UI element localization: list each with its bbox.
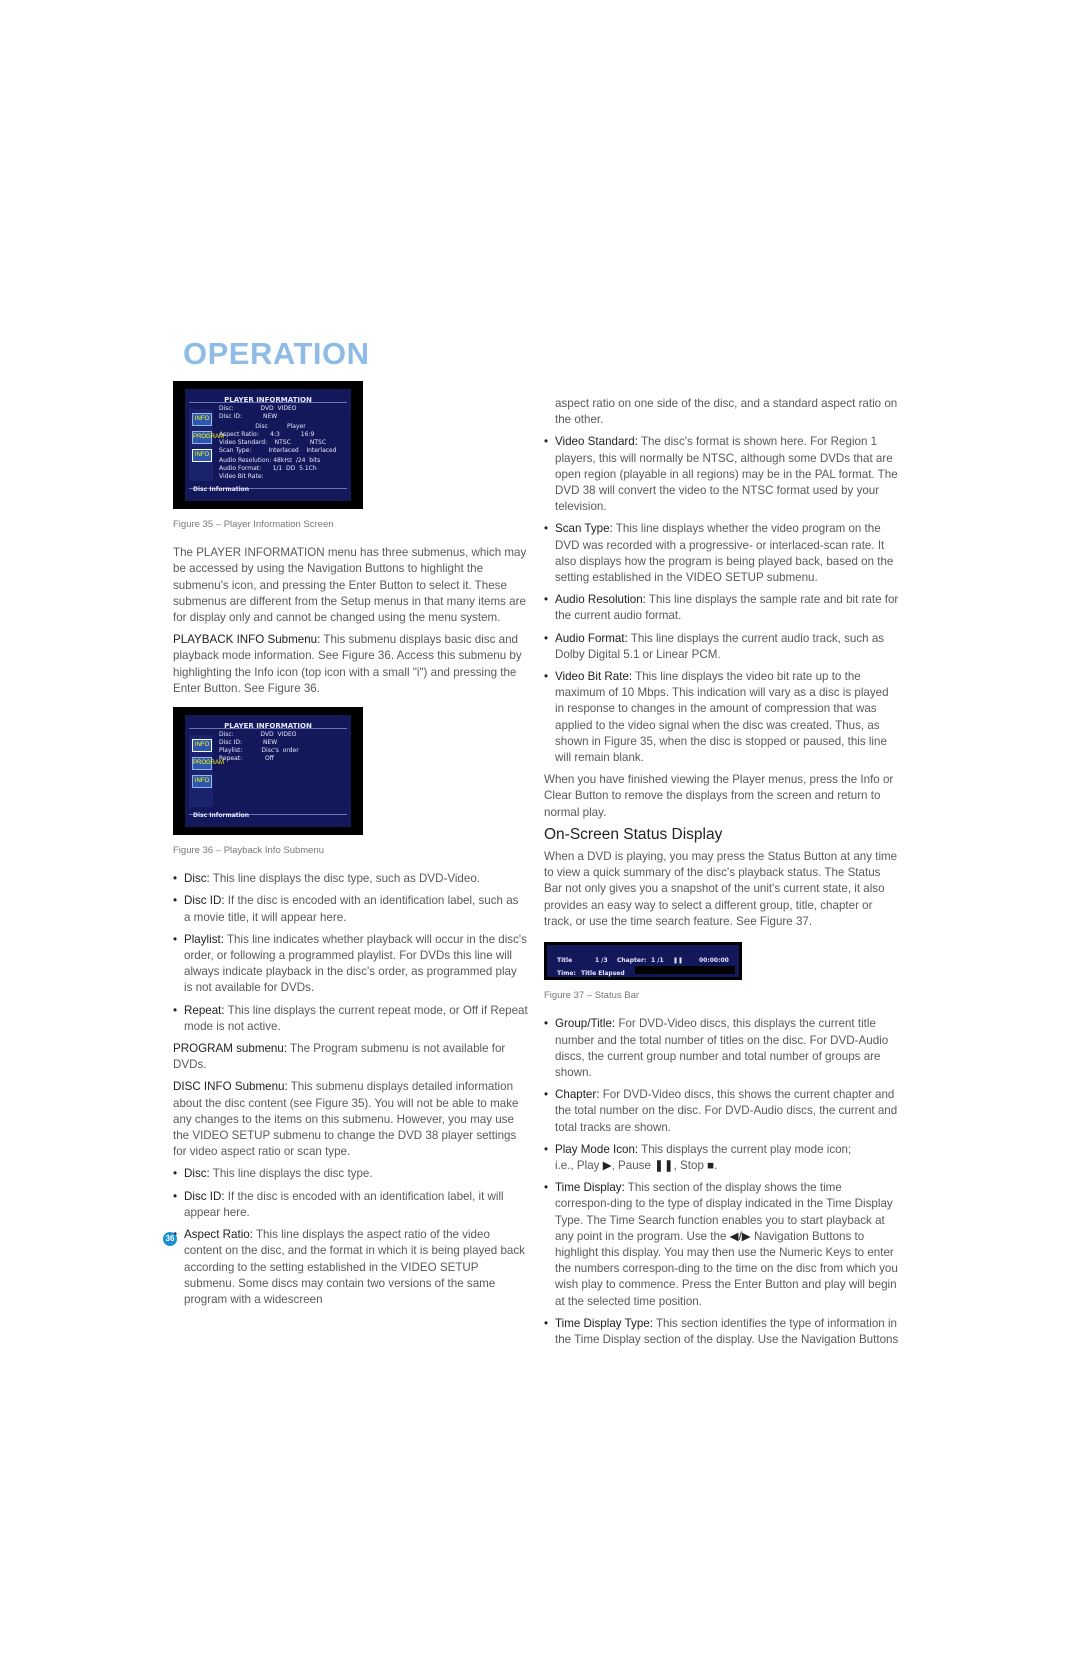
bullet-disc-id: Disc ID: If the disc is encoded with an … bbox=[173, 893, 528, 925]
page-number-badge: 36 bbox=[163, 1232, 177, 1246]
finish-paragraph: When you have finished viewing the Playe… bbox=[544, 773, 894, 819]
playback-info-paragraph: PLAYBACK INFO Submenu: This submenu disp… bbox=[173, 633, 522, 695]
bullet-disc: Disc: This line displays the disc type, … bbox=[173, 871, 528, 887]
bullet-time-display: Time Display: This section of the displa… bbox=[544, 1180, 899, 1310]
screen-rows-top: Disc: DVD VIDEO Disc ID: NEW bbox=[219, 405, 297, 420]
right-column: aspect ratio on one side of the disc, an… bbox=[544, 396, 899, 1354]
intro-paragraph: The PLAYER INFORMATION menu has three su… bbox=[173, 546, 527, 625]
bullet-video-standard: Video Standard: The disc's format is sho… bbox=[544, 434, 899, 515]
bullet-chapter: Chapter: For DVD-Video discs, this shows… bbox=[544, 1087, 899, 1136]
left-column: PLAYER INFORMATION INFO PROGRAM INFO Dis… bbox=[173, 381, 528, 1314]
status-display-heading: On-Screen Status Display bbox=[544, 825, 723, 843]
figure-37-status-bar: Title 1 /3 Chapter: 1 /1 ❚❚ 00:00:00 Tim… bbox=[544, 942, 742, 981]
screen-divider bbox=[189, 728, 347, 730]
screen-footer: Disc Information bbox=[193, 811, 250, 819]
section-title: OPERATION bbox=[183, 336, 370, 371]
screen-footer: Disc Information bbox=[193, 485, 250, 493]
bullet-audio-format: Audio Format: This line displays the cur… bbox=[544, 631, 899, 663]
status-bar-panel: Title 1 /3 Chapter: 1 /1 ❚❚ 00:00:00 Tim… bbox=[547, 945, 739, 978]
figure-35-player-information-screen: PLAYER INFORMATION INFO PROGRAM INFO Dis… bbox=[173, 381, 363, 509]
figure-36-caption: Figure 36 – Playback Info Submenu bbox=[173, 845, 325, 857]
screen-column-heads: Disc Player bbox=[219, 423, 306, 430]
navigation-arrows-icon: ◀/▶ bbox=[729, 1229, 751, 1243]
screen-rows-mid: Aspect Ratio: 4:3 16:9 Video Standard: N… bbox=[219, 431, 337, 454]
program-icon[interactable]: PROGRAM bbox=[192, 757, 224, 771]
submenu-sidebar: INFO PROGRAM INFO bbox=[189, 409, 224, 481]
status-intro-paragraph: When a DVD is playing, you may press the… bbox=[544, 850, 898, 928]
program-submenu-paragraph: PROGRAM submenu: The Program submenu is … bbox=[173, 1042, 506, 1072]
pause-icon: ❚❚ bbox=[654, 1158, 674, 1172]
bullet-scan-type: Scan Type: This line displays whether th… bbox=[544, 521, 899, 586]
bullet-playlist: Playlist: This line indicates whether pl… bbox=[173, 932, 528, 997]
bullet-time-display-type: Time Display Type: This section identifi… bbox=[544, 1316, 899, 1348]
aspect-ratio-continuation: aspect ratio on one side of the disc, an… bbox=[555, 397, 898, 427]
bullet-group-title: Group/Title: For DVD-Video discs, this d… bbox=[544, 1016, 899, 1081]
figure-36-playback-info-screen: PLAYER INFORMATION INFO PROGRAM INFO Dis… bbox=[173, 707, 363, 836]
playback-info-label: PLAYBACK INFO Submenu: bbox=[173, 633, 321, 647]
bullet-play-mode-icon: Play Mode Icon: This displays the curren… bbox=[544, 1142, 899, 1174]
screen-panel: PLAYER INFORMATION INFO PROGRAM INFO Dis… bbox=[185, 389, 351, 501]
play-icon: ▶ bbox=[602, 1158, 612, 1172]
bullet-repeat: Repeat: This line displays the current r… bbox=[173, 1003, 528, 1035]
bullet-video-bit-rate: Video Bit Rate: This line displays the v… bbox=[544, 669, 899, 766]
figure-37-caption: Figure 37 – Status Bar bbox=[544, 990, 640, 1002]
time-type[interactable]: Title Elapsed bbox=[581, 966, 625, 982]
disc-info-icon[interactable]: INFO bbox=[192, 449, 212, 462]
bullet-disc: Disc: This line displays the disc type. bbox=[173, 1166, 528, 1182]
screen-panel: PLAYER INFORMATION INFO PROGRAM INFO Dis… bbox=[185, 715, 351, 828]
disc-info-icon[interactable]: INFO bbox=[192, 775, 212, 789]
bullet-aspect-ratio: Aspect Ratio: This line displays the asp… bbox=[173, 1227, 528, 1308]
time-progress-bar bbox=[635, 966, 735, 975]
info-icon[interactable]: INFO bbox=[192, 739, 212, 753]
bullet-audio-resolution: Audio Resolution: This line displays the… bbox=[544, 592, 899, 624]
info-icon[interactable]: INFO bbox=[192, 413, 212, 426]
time-label: Time: bbox=[557, 970, 576, 978]
figure-35-caption: Figure 35 – Player Information Screen bbox=[173, 519, 334, 530]
submenu-sidebar: INFO PROGRAM INFO bbox=[189, 735, 224, 808]
bullet-disc-id: Disc ID: If the disc is encoded with an … bbox=[173, 1189, 528, 1221]
program-icon[interactable]: PROGRAM bbox=[192, 431, 224, 444]
screen-rows-bottom: Audio Resolution: 48kHz /24 bits Audio F… bbox=[219, 457, 321, 480]
screen-divider bbox=[189, 402, 347, 403]
disc-info-paragraph: DISC INFO Submenu: This submenu displays… bbox=[173, 1080, 519, 1159]
screen-rows: Disc: DVD VIDEO Disc ID: NEW Playlist: D… bbox=[219, 731, 299, 763]
